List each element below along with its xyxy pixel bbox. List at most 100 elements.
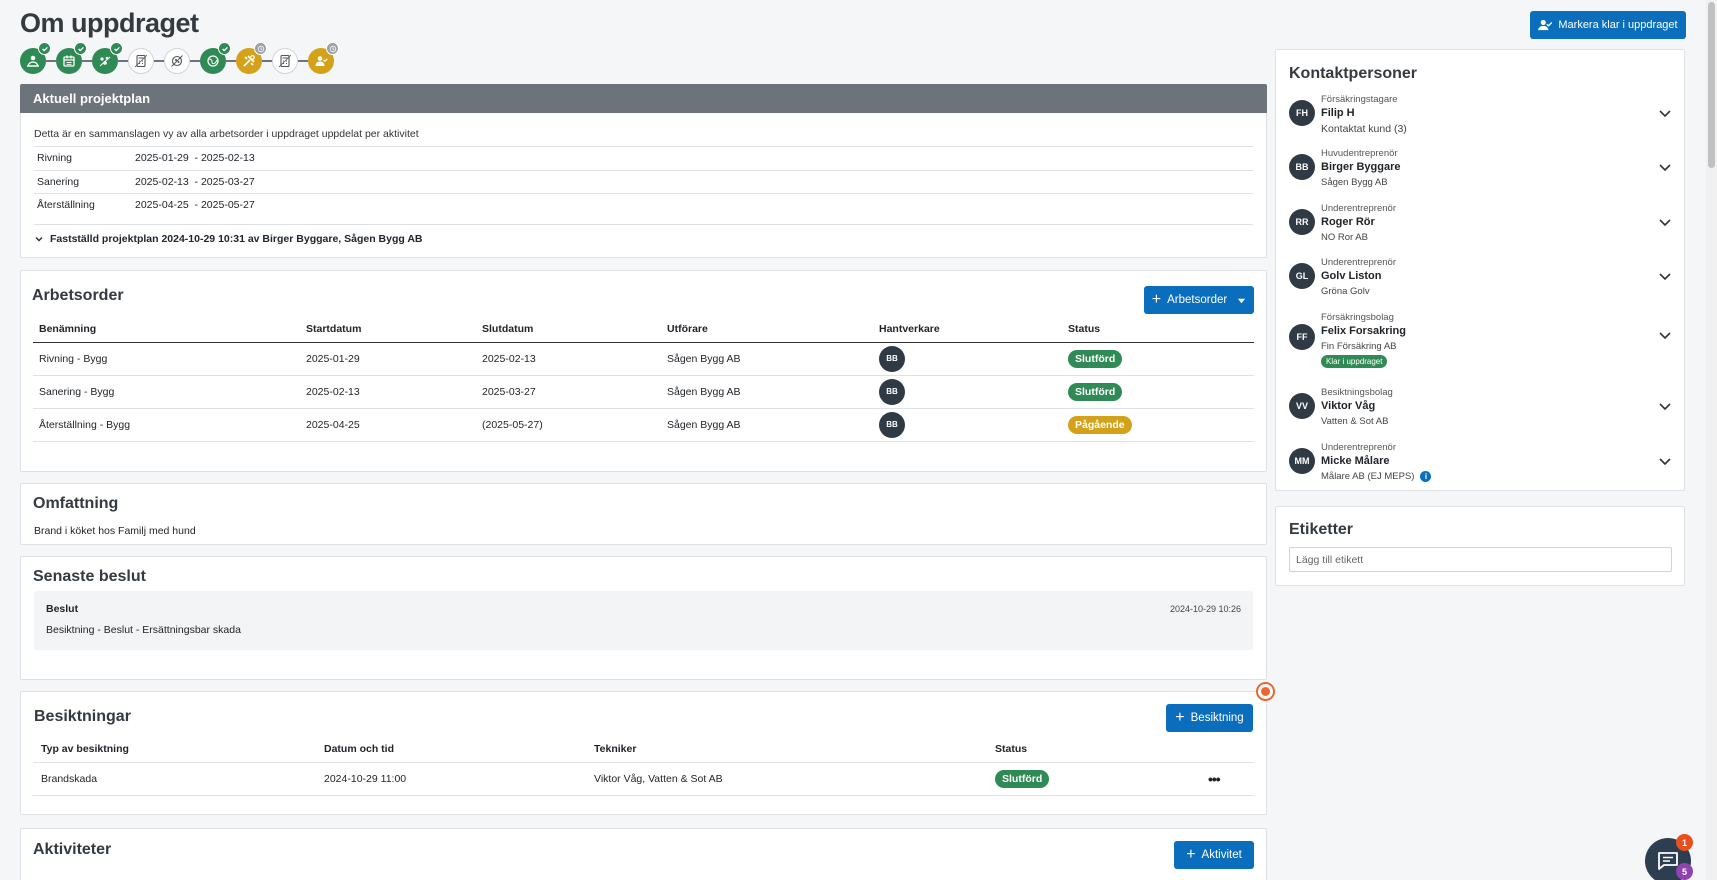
check-icon (110, 42, 123, 55)
avatar[interactable]: BB (879, 411, 905, 438)
step-calendar[interactable] (56, 42, 87, 74)
step-connector (46, 60, 56, 62)
step-calculator[interactable] (128, 48, 154, 74)
avatar[interactable]: BB (879, 345, 905, 372)
contact-item[interactable]: GL Underentreprenör Golv Liston Gröna Go… (1289, 257, 1674, 307)
step-no-mold[interactable] (164, 48, 190, 74)
table-header-row: Benämning Startdatum Slutdatum Utförare … (33, 316, 1254, 343)
step-calculator-2[interactable] (272, 48, 298, 74)
scrollbar[interactable] (1706, 0, 1717, 880)
table-row[interactable]: Återställning - Bygg 2025-04-25 (2025-05… (33, 408, 1254, 442)
record-dot (1261, 687, 1270, 696)
column-header[interactable]: Tekniker (588, 736, 989, 763)
contact-name: Felix Forsakring (1321, 325, 1406, 337)
project-plan-summary: Fastställd projektplan 2024-10-29 10:31 … (50, 233, 423, 245)
work-order-start: 2025-01-29 (300, 342, 476, 376)
add-label-input[interactable] (1289, 547, 1672, 572)
avatar: VV (1289, 393, 1315, 419)
project-plan-summary-toggle[interactable]: Fastställd projektplan 2024-10-29 10:31 … (34, 224, 1253, 245)
contact-item[interactable]: VV Besiktningsbolag Viktor Våg Vatten & … (1289, 387, 1674, 437)
step-connector (262, 60, 272, 62)
project-plan-row: Rivning 2025-01-29 - 2025-02-13 (34, 146, 1253, 169)
step-mold[interactable] (92, 42, 123, 74)
table-row[interactable]: Brandskada 2024-10-29 11:00 Viktor Våg, … (33, 762, 1254, 796)
contact-company-row: Fin Försäkring AB (1321, 341, 1397, 352)
chevron-down-icon[interactable] (1656, 158, 1674, 176)
contact-role: Besiktningsbolag (1321, 387, 1393, 398)
conversation-count-badge: 5 (1676, 863, 1693, 880)
work-order-performer: Sågen Bygg AB (661, 342, 873, 376)
contacts-card: Kontaktpersoner FH Försäkringstagare Fil… (1275, 49, 1685, 491)
contact-item[interactable]: RR Underentreprenör Roger Rör NO Ror AB (1289, 203, 1674, 253)
contact-company: Målare AB (EJ MEPS) (1321, 471, 1415, 482)
record-indicator-icon[interactable] (1256, 682, 1275, 701)
add-inspection-button[interactable]: + Besiktning (1166, 704, 1253, 732)
work-order-performer: Sågen Bygg AB (661, 408, 873, 442)
check-icon (218, 42, 231, 55)
contact-item[interactable]: FH Försäkringstagare Filip H Kontaktat k… (1289, 94, 1674, 144)
contact-company: Fin Försäkring AB (1321, 341, 1397, 352)
caret-down-icon (1238, 298, 1246, 303)
calculator-icon (278, 54, 292, 68)
chat-button[interactable]: 1 5 (1645, 834, 1693, 880)
globe-icon (207, 55, 219, 67)
inspection-type: Brandskada (33, 762, 318, 796)
work-orders-card: Arbetsorder + Arbetsorder Benämning Star… (20, 270, 1267, 472)
chevron-down-icon[interactable] (1656, 397, 1674, 415)
column-header[interactable]: Status (1062, 316, 1254, 343)
chevron-down-icon[interactable] (1656, 104, 1674, 122)
chevron-down-icon[interactable] (1656, 213, 1674, 231)
step-tools[interactable] (236, 42, 267, 74)
contact-item[interactable]: BB Huvudentreprenör Birger Byggare Sågen… (1289, 148, 1674, 198)
labels-title: Etiketter (1289, 521, 1354, 538)
contact-item[interactable]: FF Försäkringsbolag Felix Forsakring Fin… (1289, 312, 1674, 374)
inspection-technician: Viktor Våg, Vatten & Sot AB (588, 762, 989, 796)
avatar: RR (1289, 209, 1315, 235)
add-work-order-label: Arbetsorder (1167, 294, 1228, 306)
decision-item[interactable]: Beslut 2024-10-29 10:26 Besiktning - Bes… (34, 591, 1253, 650)
status-badge: Slutförd (1068, 349, 1123, 368)
inspection-datetime: 2024-10-29 11:00 (318, 762, 588, 796)
step-person-hand[interactable] (20, 42, 51, 74)
add-work-order-button[interactable]: + Arbetsorder (1144, 286, 1254, 314)
column-header[interactable]: Slutdatum (476, 316, 661, 343)
inspections-card: Besiktningar + Besiktning Typ av besiktn… (20, 691, 1267, 815)
contact-role: Huvudentreprenör (1321, 148, 1398, 159)
chevron-down-icon[interactable] (1656, 452, 1674, 470)
add-activity-button[interactable]: + Aktivitet (1174, 841, 1254, 869)
column-header[interactable]: Startdatum (300, 316, 476, 343)
table-row[interactable]: Sanering - Bygg 2025-02-13 2025-03-27 Så… (33, 375, 1254, 409)
tools-icon (243, 55, 255, 67)
step-person-check[interactable] (308, 42, 339, 74)
clock-icon (254, 42, 267, 55)
column-header[interactable]: Status (989, 736, 1182, 763)
work-order-start: 2025-04-25 (300, 408, 476, 442)
calendar-icon (63, 55, 75, 67)
column-header[interactable]: Hantverkare (873, 316, 1062, 343)
more-options-icon[interactable]: ••• (1208, 771, 1221, 787)
column-header[interactable]: Typ av besiktning (33, 736, 318, 763)
work-order-status-cell: Slutförd (1062, 342, 1254, 376)
mark-ready-button[interactable]: Markera klar i uppdraget (1530, 11, 1686, 39)
contact-company-row: Vatten & Sot AB (1321, 416, 1388, 427)
status-badge: Pågående (1068, 415, 1132, 434)
column-header[interactable]: Utförare (661, 316, 873, 343)
info-icon[interactable]: i (1420, 471, 1432, 482)
chevron-down-icon[interactable] (1656, 326, 1674, 344)
column-header[interactable]: Datum och tid (318, 736, 588, 763)
chevron-down-icon[interactable] (1656, 267, 1674, 285)
contact-item[interactable]: MM Underentreprenör Micke Målare Målare … (1289, 442, 1674, 492)
scrollbar-thumb[interactable] (1708, 2, 1715, 168)
table-row[interactable]: Rivning - Bygg 2025-01-29 2025-02-13 Såg… (33, 342, 1254, 376)
column-header[interactable]: Benämning (33, 316, 300, 343)
work-order-end: 2025-03-27 (476, 375, 661, 409)
step-globe[interactable] (200, 42, 231, 74)
table-header-row: Typ av besiktning Datum och tid Tekniker… (33, 736, 1254, 763)
labels-card: Etiketter (1275, 506, 1685, 586)
add-inspection-label: Besiktning (1190, 712, 1244, 724)
avatar[interactable]: BB (879, 378, 905, 405)
work-order-status-cell: Pågående (1062, 408, 1254, 442)
step-connector (154, 60, 164, 62)
latest-decision-title: Senaste beslut (33, 568, 146, 585)
contact-company: Kontaktat kund (3) (1321, 123, 1407, 135)
